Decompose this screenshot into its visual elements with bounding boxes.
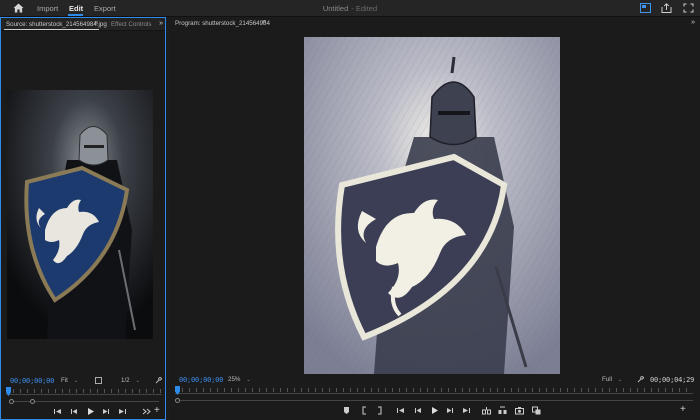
program-tabbar: Program: shutterstock_214564984 ≡ » — [170, 17, 700, 30]
fullscreen-icon[interactable] — [683, 3, 694, 13]
source-time-ruler[interactable] — [6, 387, 162, 399]
mark-in-icon[interactable] — [360, 406, 369, 415]
go-to-out-icon[interactable] — [462, 406, 471, 415]
scroll-knob-right[interactable] — [30, 399, 35, 404]
step-forward-frame-icon[interactable] — [118, 407, 127, 416]
knight-sketch-image — [304, 37, 560, 374]
source-zoom-scrollbar[interactable] — [9, 399, 159, 404]
source-tab-menu-icon[interactable]: ≡ — [94, 20, 98, 27]
knight-photo — [7, 90, 153, 339]
home-icon[interactable] — [13, 3, 24, 13]
program-zoom-scrollbar[interactable] — [175, 398, 693, 403]
comparison-view-icon[interactable] — [532, 406, 541, 415]
program-time-ruler[interactable] — [175, 386, 693, 398]
program-step-forward-icon[interactable] — [446, 406, 455, 415]
program-timecode[interactable]: 00;00;00;00 — [179, 376, 223, 384]
program-zoom-dropdown[interactable]: 25% ⌄ — [228, 376, 251, 383]
step-back-icon[interactable] — [69, 407, 78, 416]
program-panel-expand-icon[interactable]: » — [691, 19, 695, 26]
app-header: Import Edit Export Untitled - Edited — [0, 0, 700, 17]
source-add-button-icon[interactable]: + — [154, 406, 160, 416]
scroll-knob-left[interactable] — [9, 399, 14, 404]
program-tab-menu-icon[interactable]: ≡ — [262, 19, 266, 26]
ruler-ticks — [6, 389, 162, 393]
program-scroll-knob[interactable] — [175, 398, 180, 403]
source-timecode[interactable]: 00;00;00;00 — [10, 377, 54, 385]
source-resolution-dropdown[interactable]: 1/2 ⌄ — [121, 377, 140, 384]
source-fit-dropdown[interactable]: Fit ⌄ — [61, 377, 78, 384]
go-to-in-icon[interactable] — [396, 406, 405, 415]
program-duration: 00;00;04;29 — [650, 376, 695, 384]
program-quality-dropdown[interactable]: Full ⌄ — [602, 376, 622, 383]
menu-edit[interactable]: Edit — [69, 4, 83, 13]
tab-program[interactable]: Program: shutterstock_214564984 — [175, 20, 270, 27]
active-menu-indicator — [68, 14, 83, 16]
program-scrollbar-track — [175, 400, 693, 401]
program-ruler-ticks — [175, 388, 693, 392]
ruler-track — [6, 394, 162, 395]
share-icon[interactable] — [661, 3, 672, 13]
play-icon[interactable] — [86, 407, 95, 416]
source-tabbar: Source: shutterstock_214564984.jpg ≡ Eff… — [1, 18, 165, 31]
tab-source[interactable]: Source: shutterstock_214564984.jpg — [6, 21, 107, 28]
program-step-back-icon[interactable] — [413, 406, 422, 415]
safe-margins-icon[interactable] — [95, 377, 102, 384]
program-monitor-panel: Program: shutterstock_214564984 ≡ » 00;0… — [170, 17, 700, 420]
settings-wrench-icon[interactable] — [155, 377, 162, 384]
lift-icon[interactable] — [482, 406, 491, 415]
program-settings-wrench-icon[interactable] — [637, 376, 644, 383]
add-marker-icon[interactable] — [342, 406, 351, 415]
source-monitor-panel: Source: shutterstock_214564984.jpg ≡ Eff… — [0, 17, 166, 420]
step-forward-icon[interactable] — [102, 407, 111, 416]
menu-export[interactable]: Export — [94, 4, 116, 13]
program-play-icon[interactable] — [430, 406, 439, 415]
panel-expand-icon[interactable]: » — [159, 20, 163, 27]
source-image-viewer[interactable] — [7, 90, 153, 339]
quick-export-icon[interactable] — [640, 3, 651, 13]
program-add-button-icon[interactable]: + — [680, 405, 686, 415]
active-tab-indicator — [4, 29, 99, 30]
tab-effect-controls[interactable]: Effect Controls — [111, 21, 151, 28]
source-more-controls-icon[interactable] — [142, 407, 151, 416]
mark-out-icon[interactable] — [375, 406, 384, 415]
menu-import[interactable]: Import — [37, 4, 58, 13]
export-frame-icon[interactable] — [515, 406, 524, 415]
program-image-viewer[interactable] — [304, 37, 560, 374]
edited-status: - Edited — [351, 4, 378, 13]
extract-icon[interactable] — [498, 406, 507, 415]
step-back-frame-icon[interactable] — [53, 407, 62, 416]
program-ruler-track — [175, 393, 693, 394]
